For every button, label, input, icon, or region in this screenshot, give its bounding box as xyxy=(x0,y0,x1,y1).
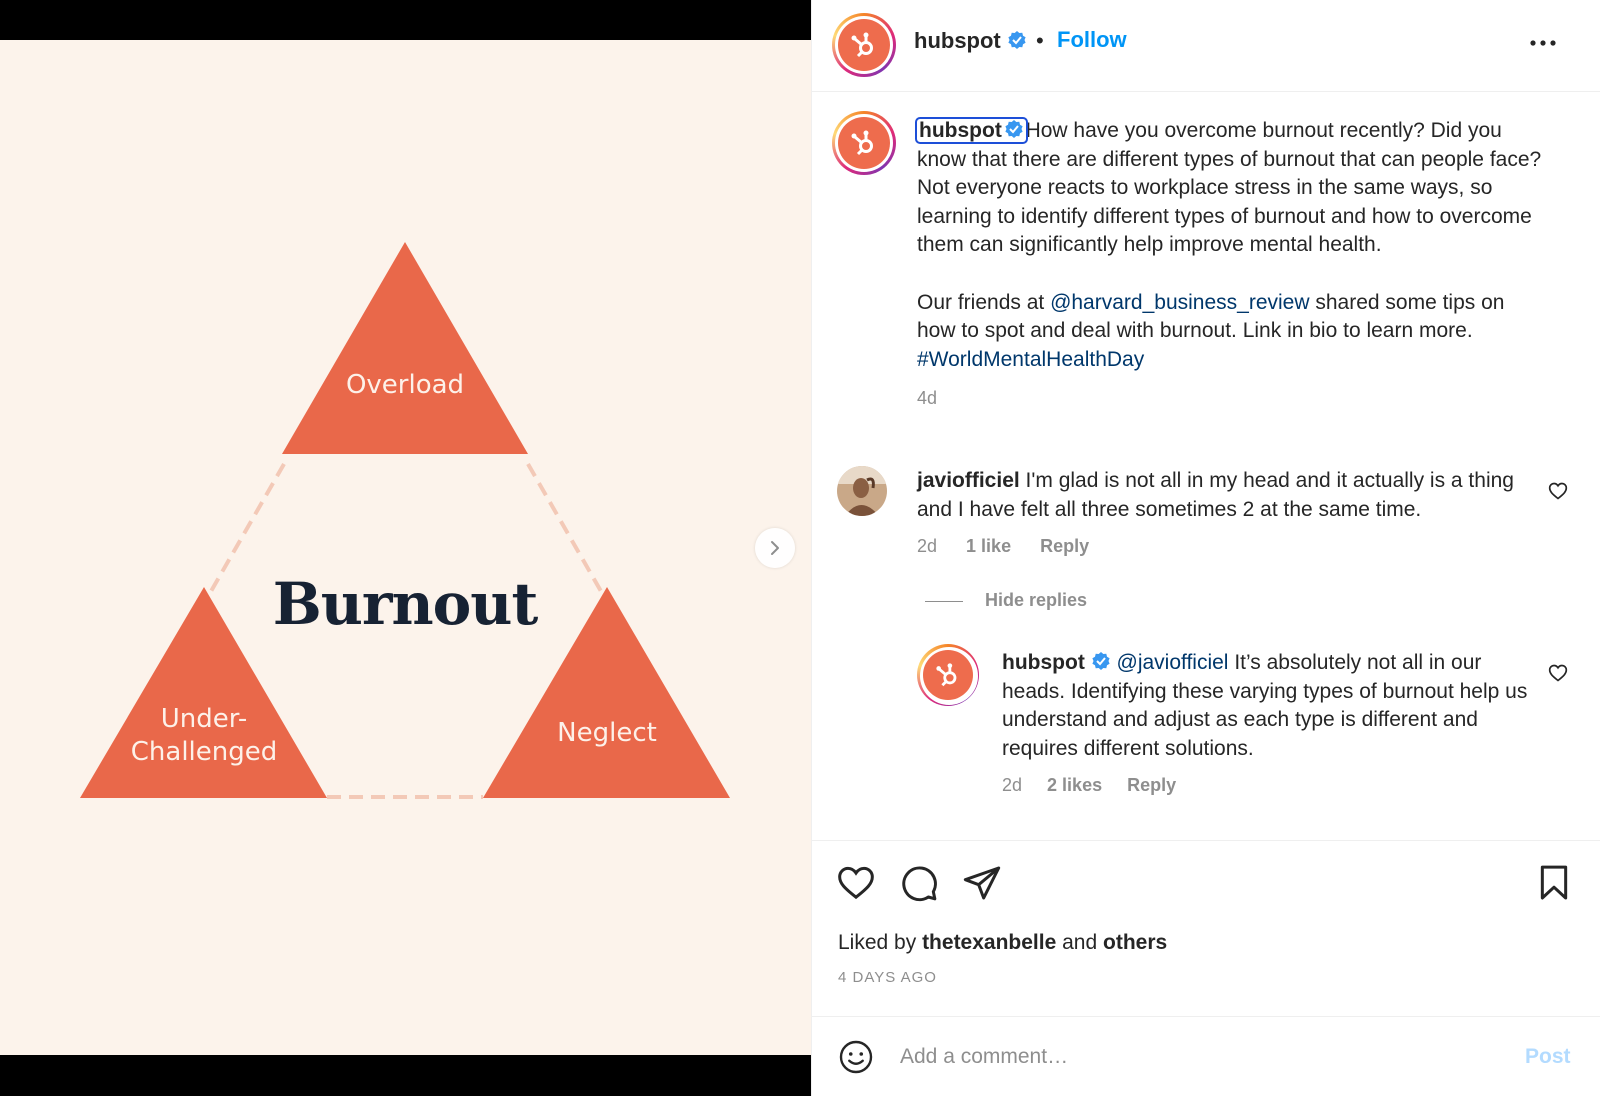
verified-badge-icon xyxy=(1004,120,1023,138)
liked-by-others[interactable]: others xyxy=(1103,931,1167,954)
reply-body: hubspot @javiofficiel It’s absolutely no… xyxy=(1002,649,1542,763)
header-username[interactable]: hubspot xyxy=(914,28,1001,53)
caption-username-link[interactable]: hubspot xyxy=(915,117,1028,144)
header-username-row: hubspot xyxy=(914,28,1027,54)
verified-badge-icon xyxy=(1092,652,1110,670)
triangle-overload xyxy=(282,242,528,454)
add-comment-bar: Post xyxy=(812,1016,1600,1096)
comment-input[interactable] xyxy=(900,1045,1460,1069)
comment-bubble-icon[interactable] xyxy=(899,863,939,903)
post-details: hubspot • Follow hubspot How have you ov… xyxy=(811,0,1600,1096)
caption-username: hubspot xyxy=(919,119,1002,142)
comment-timestamp[interactable]: 2d xyxy=(917,536,937,556)
liked-by-user[interactable]: thetexanbelle xyxy=(922,931,1056,954)
caption-paragraph-2-start: Our friends at xyxy=(917,290,1051,314)
reply-meta: 2d 2 likes Reply xyxy=(1002,775,1176,796)
author-avatar[interactable] xyxy=(832,13,896,77)
caption: hubspot How have you overcome burnout re… xyxy=(915,117,1547,413)
hubspot-logo-icon xyxy=(838,117,890,169)
more-options-button[interactable] xyxy=(1528,28,1558,63)
comment-username[interactable]: javiofficiel xyxy=(917,469,1020,492)
reply-username[interactable]: hubspot xyxy=(1002,651,1085,674)
caption-avatar[interactable] xyxy=(832,111,896,175)
chevron-right-icon xyxy=(771,541,779,555)
commenter-avatar[interactable] xyxy=(837,466,887,516)
liked-by: Liked by thetexanbelle and others xyxy=(838,931,1167,955)
reply-timestamp[interactable]: 2d xyxy=(1002,775,1022,795)
carousel-next-button[interactable] xyxy=(755,528,795,568)
header-separator: • xyxy=(1036,28,1044,53)
reply-mention-link[interactable]: @javiofficiel xyxy=(1117,651,1229,674)
post-date[interactable]: 4 DAYS AGO xyxy=(838,969,937,986)
comment-body: javiofficiel I'm glad is not all in my h… xyxy=(917,467,1537,524)
caption-timestamp[interactable]: 4d xyxy=(917,384,1547,413)
hubspot-logo-icon xyxy=(923,650,973,700)
comments-section: hubspot How have you overcome burnout re… xyxy=(812,93,1600,840)
reply-avatar[interactable] xyxy=(917,644,979,706)
hide-replies-button[interactable]: Hide replies xyxy=(985,590,1087,611)
comment-likes[interactable]: 1 like xyxy=(966,536,1011,556)
post-header: hubspot • Follow xyxy=(812,0,1600,92)
burnout-diagram xyxy=(80,242,730,799)
action-bar: Liked by thetexanbelle and others 4 DAYS… xyxy=(812,840,1600,1016)
bookmark-icon[interactable] xyxy=(1534,863,1574,903)
reply-likes[interactable]: 2 likes xyxy=(1047,775,1102,795)
user-photo-icon xyxy=(837,466,887,516)
label-overload: Overload xyxy=(345,370,465,400)
heart-icon[interactable] xyxy=(1548,481,1568,501)
reply-reply-button[interactable]: Reply xyxy=(1127,775,1176,795)
emoji-icon[interactable] xyxy=(838,1039,874,1075)
hubspot-logo-icon xyxy=(838,19,890,71)
like-heart-icon[interactable] xyxy=(836,863,876,903)
replies-divider xyxy=(925,601,963,602)
post-media: Overload Under- Challenged Neglect Burno… xyxy=(0,0,811,1096)
comment-meta: 2d 1 like Reply xyxy=(917,536,1089,557)
post-comment-button[interactable]: Post xyxy=(1525,1045,1571,1069)
share-send-icon[interactable] xyxy=(962,863,1002,903)
more-horizontal-icon xyxy=(1530,40,1556,46)
follow-button[interactable]: Follow xyxy=(1057,27,1127,53)
mention-link[interactable]: @harvard_business_review xyxy=(1050,291,1309,314)
comment-reply-button[interactable]: Reply xyxy=(1040,536,1089,556)
label-under-challenged: Under- Challenged xyxy=(130,704,278,767)
heart-icon[interactable] xyxy=(1548,663,1568,683)
diagram-title: Burnout xyxy=(272,570,539,638)
carousel-slide[interactable]: Overload Under- Challenged Neglect Burno… xyxy=(0,40,811,1055)
verified-badge-icon xyxy=(1008,31,1026,49)
liked-by-prefix: Liked by xyxy=(838,931,923,954)
liked-by-and: and xyxy=(1056,931,1103,954)
hashtag-link[interactable]: #WorldMentalHealthDay xyxy=(917,348,1144,371)
label-neglect: Neglect xyxy=(557,718,657,748)
